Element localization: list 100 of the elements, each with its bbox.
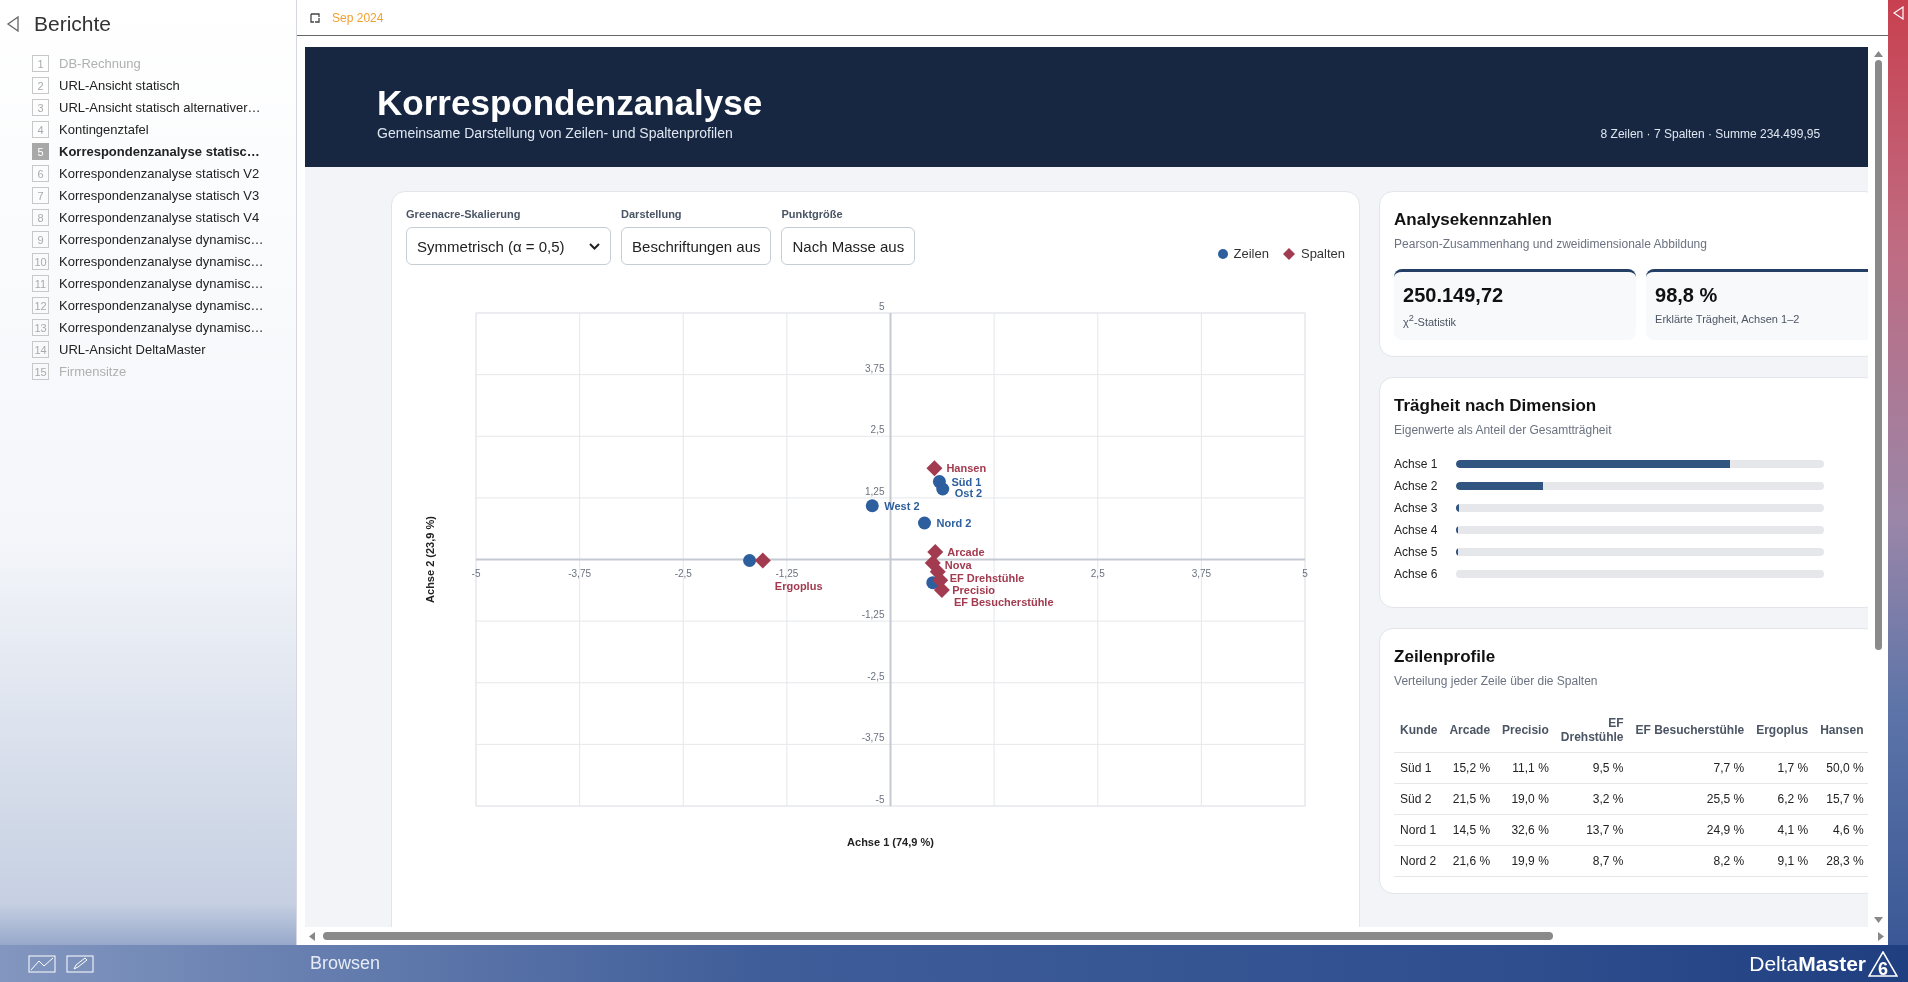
table-cell: 19,9 %: [1496, 845, 1555, 877]
point-label: Nord 2: [936, 517, 972, 529]
item-number[interactable]: 13: [32, 319, 49, 336]
table-cell: Nord 2: [1394, 845, 1444, 877]
sidebar-item[interactable]: URL-Ansicht DeltaMaster: [59, 342, 206, 357]
column-header: Ergoplus: [1750, 709, 1815, 753]
table-cell: 9,1 %: [1750, 845, 1815, 877]
point-label: EF Drehstühle: [949, 571, 1025, 584]
point-label: Hansen: [946, 462, 987, 475]
sidebar-item[interactable]: Korrespondenzanalyse statisch V4: [59, 210, 260, 225]
table-cell: 8,2 %: [1629, 845, 1751, 877]
table-cell: 32,6 %: [1496, 814, 1555, 846]
item-number[interactable]: 2: [32, 77, 49, 94]
item-number[interactable]: 5: [32, 143, 49, 160]
item-number[interactable]: 10: [32, 253, 49, 270]
table-cell: 8,7 %: [1554, 845, 1630, 877]
control-label: Darstellung: [621, 208, 683, 220]
kpi-value: 98,8 %: [1655, 284, 1719, 307]
table-cell: 24,9 %: [1629, 814, 1751, 846]
table-cell: 13,7 %: [1554, 814, 1630, 846]
table-cell: 1,7 %: [1750, 752, 1815, 784]
sidebar-item[interactable]: Korrespondenzanalyse dynamisc…: [59, 254, 264, 269]
axis-label: Achse 6: [1394, 566, 1439, 581]
tick-label: -5: [471, 567, 481, 579]
sidebar-item[interactable]: URL-Ansicht statisch: [59, 78, 180, 93]
sidebar-item[interactable]: Korrespondenzanalyse dynamisc…: [59, 276, 264, 291]
item-number[interactable]: 8: [32, 209, 49, 226]
tick-label: 3,75: [1191, 567, 1212, 579]
tick-label: -3,75: [568, 567, 592, 579]
axis-label: Achse 2: [1394, 478, 1439, 493]
item-number[interactable]: 7: [32, 187, 49, 204]
table-cell: 4,1 %: [1750, 814, 1815, 846]
toggle-button[interactable]: Nach Masse aus: [781, 227, 916, 265]
period-label[interactable]: Sep 2024: [332, 10, 384, 25]
tick-label: -1,25: [861, 609, 885, 621]
card-title: Zeilenprofile: [1394, 646, 1497, 667]
item-number[interactable]: 11: [32, 275, 49, 292]
mode-label[interactable]: Browsen: [310, 953, 381, 974]
table-cell: 3,2 %: [1554, 783, 1630, 815]
control-label: Greenacre-Skalierung: [406, 208, 522, 220]
sidebar-item[interactable]: Korrespondenzanalyse dynamisc…: [59, 232, 264, 247]
sidebar-item[interactable]: Korrespondenzanalyse dynamisc…: [59, 320, 264, 335]
point-label: Ergoplus: [774, 580, 823, 593]
point-label: EF Besucherstühle: [953, 596, 1054, 609]
table-cell: 14,5 %: [1443, 814, 1497, 846]
item-number[interactable]: 3: [32, 99, 49, 116]
table-cell: 7,7 %: [1629, 752, 1751, 784]
table-cell: 21,6 %: [1443, 845, 1497, 877]
card-subtitle: Verteilung jeder Zeile über die Spalten: [1394, 673, 1599, 688]
sidebar-title: Berichte: [34, 12, 112, 36]
sidebar-item[interactable]: Korrespondenzanalyse statisch V2: [59, 166, 260, 181]
kpi-label: χ$^{2}$-Statistik: [1403, 313, 1458, 328]
sidebar-item[interactable]: Korrespondenzanalyse dynamisc…: [59, 298, 264, 313]
tick-label: 2,5: [870, 424, 885, 436]
card-title: Analysekennzahlen: [1394, 210, 1553, 230]
tick-label: -2,5: [867, 670, 885, 682]
table-cell: 11,1 %: [1496, 752, 1555, 784]
item-number[interactable]: 6: [32, 165, 49, 182]
table-cell: Nord 1: [1394, 814, 1444, 846]
card-subtitle: Pearson-Zusammenhang und zweidimensionale Abbildung: [1394, 237, 1708, 251]
item-number[interactable]: 12: [32, 297, 49, 314]
report-title: Korrespondenzanalyse: [377, 83, 763, 123]
table-cell: Süd 1: [1394, 752, 1444, 784]
column-header: EF Besucherstühle: [1629, 709, 1751, 753]
point-label: Arcade: [947, 546, 985, 559]
column-header: Arcade: [1443, 709, 1497, 753]
tick-label: -2,5: [674, 567, 692, 579]
point-label: West 2: [884, 499, 920, 512]
brand-logo: 6: [1868, 950, 1898, 977]
brand-logo-text: DeltaMaster: [1749, 951, 1866, 976]
column-header: Precisio: [1496, 709, 1555, 753]
axis-title: Achse 2 (23,9 %): [424, 516, 437, 603]
table-cell: 6,2 %: [1750, 783, 1815, 815]
tick-label: 2,5: [1090, 567, 1105, 579]
table-cell: 21,5 %: [1443, 783, 1497, 815]
tick-label: 3,75: [865, 362, 885, 374]
card-title: Trägheit nach Dimension: [1394, 395, 1598, 416]
table-cell: 19,0 %: [1496, 783, 1555, 815]
sidebar-item[interactable]: Korrespondenzanalyse statisc…: [59, 144, 260, 159]
tick-label: -3,75: [861, 732, 885, 744]
scaling-dropdown[interactable]: Symmetrisch (α = 0,5): [406, 227, 612, 265]
tick-label: 5: [1302, 567, 1308, 579]
legend-label: Zeilen: [1233, 246, 1269, 261]
point-label: Süd 1: [951, 475, 982, 488]
sidebar-item[interactable]: URL-Ansicht statisch alternativer…: [59, 100, 261, 115]
column-header: Kunde: [1394, 709, 1444, 753]
sidebar-item[interactable]: Kontingenztafel: [59, 122, 149, 137]
report-subtitle: Gemeinsame Darstellung von Zeilen- und Spaltenprofilen: [377, 125, 734, 141]
kpi-value: 250.149,72: [1403, 284, 1505, 307]
control-label: Punktgröße: [781, 208, 844, 220]
column-header: EF Drehstühle: [1554, 709, 1630, 753]
item-number[interactable]: 14: [32, 341, 49, 358]
table-cell: 9,5 %: [1554, 752, 1630, 784]
item-number[interactable]: 9: [32, 231, 49, 248]
point-label: Precisio: [952, 584, 996, 597]
point-label: Ost 2: [954, 487, 983, 499]
table-cell: 25,5 %: [1629, 783, 1751, 815]
item-number[interactable]: 4: [32, 121, 49, 138]
toggle-button[interactable]: Beschriftungen aus: [621, 227, 772, 265]
sidebar-item[interactable]: Korrespondenzanalyse statisch V3: [59, 188, 260, 203]
